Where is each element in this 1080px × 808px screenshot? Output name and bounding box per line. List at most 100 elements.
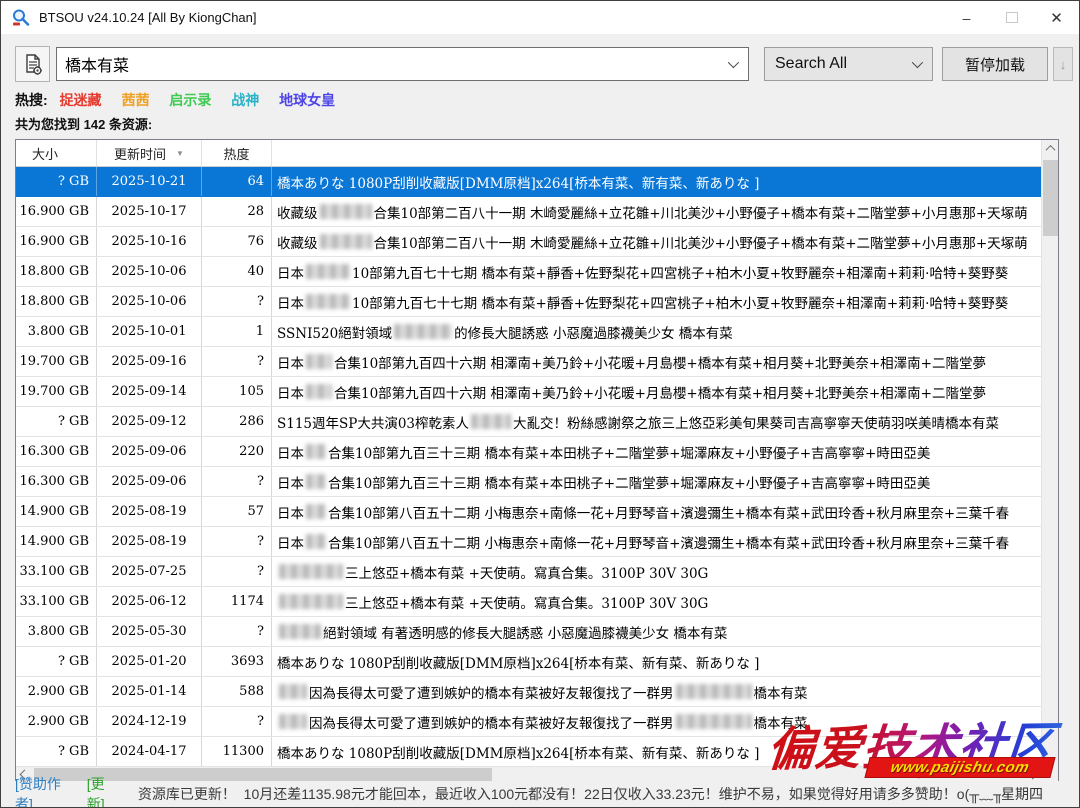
table-row[interactable]: 33.100 GB2025-06-121174 三上悠亞+橋本有菜 +天使萌。寫… xyxy=(16,587,1041,617)
title-bar[interactable]: BTSOU v24.10.24 [All By KiongChan] – ✕ xyxy=(1,1,1079,34)
hot-search-link-4[interactable]: 战神 xyxy=(231,92,259,108)
hot-search-link-3[interactable]: 启示录 xyxy=(169,92,211,108)
row-date: 2025-09-14 xyxy=(97,377,202,406)
title-text: 收藏级 xyxy=(277,202,318,222)
row-heat: 1 xyxy=(202,317,272,346)
title-text: 收藏级 xyxy=(277,232,318,252)
row-title: S115週年SP大共演03榨乾素人大亂交！粉絲感謝祭之旅三上悠亞彩美旬果葵司吉高… xyxy=(272,407,1041,436)
table-row[interactable]: 16.300 GB2025-09-06220日本合集10部第九百三十三期 橋本有… xyxy=(16,437,1041,467)
row-title: 日本合集10部第九百四十六期 相澤南+美乃鈴+小花暖+月島櫻+橋本有菜+相月葵+… xyxy=(272,347,1041,376)
row-size: 16.300 GB xyxy=(16,467,97,496)
title-text: 日本 xyxy=(277,382,304,402)
table-row[interactable]: 14.900 GB2025-08-19?日本合集10部第八百五十二期 小梅惠奈+… xyxy=(16,527,1041,557)
minimize-button[interactable]: – xyxy=(944,1,989,34)
censored-blur xyxy=(279,714,307,729)
row-date: 2025-01-14 xyxy=(97,677,202,706)
scroll-up-button[interactable] xyxy=(1042,140,1059,157)
row-size: 3.800 GB xyxy=(16,617,97,646)
censored-blur xyxy=(320,234,372,249)
title-text: 合集10部第九百三十三期 橋本有菜+本田桃子+二階堂夢+堀澤麻友+小野優子+吉高… xyxy=(328,472,930,492)
results-table: 大小 更新时间 ▼ 热度 ? GB2025-10-2164橋本ありな 1080P… xyxy=(15,139,1059,783)
maximize-icon xyxy=(1006,12,1018,23)
table-row[interactable]: 18.800 GB2025-10-06?日本10部第九百七十七期 橋本有菜+靜香… xyxy=(16,287,1041,317)
chevron-up-icon xyxy=(1046,145,1056,155)
row-size: 33.100 GB xyxy=(16,587,97,616)
row-title: 日本合集10部第八百五十二期 小梅惠奈+南條一花+月野琴音+濱邊彌生+橋本有菜+… xyxy=(272,527,1041,556)
maximize-button[interactable] xyxy=(989,1,1034,34)
chevron-down-icon xyxy=(912,57,923,68)
update-link[interactable]: [更新] xyxy=(87,774,122,808)
row-size: 2.900 GB xyxy=(16,707,97,736)
column-header-size[interactable]: 大小 xyxy=(16,140,97,166)
table-row[interactable]: 16.900 GB2025-10-1676收藏级合集10部第二百八十一期 木崎愛… xyxy=(16,227,1041,257)
search-engine-select[interactable]: Search All xyxy=(764,47,933,81)
title-text: 橋本有菜 xyxy=(754,682,808,702)
row-heat: ? xyxy=(202,467,272,496)
row-title: 收藏级合集10部第二百八十一期 木崎愛麗絲+立花雛+川北美沙+小野優子+橋本有菜… xyxy=(272,197,1041,226)
vertical-scrollbar[interactable] xyxy=(1041,140,1058,766)
hot-search-link-1[interactable]: 捉迷藏 xyxy=(60,92,102,108)
row-date: 2024-12-19 xyxy=(97,707,202,736)
table-row[interactable]: 19.700 GB2025-09-14105日本合集10部第九百四十六期 相澤南… xyxy=(16,377,1041,407)
status-bar: [赞助作者] [更新] 资源库已更新！ 10月还差1135.98元才能回本，最近… xyxy=(1,781,1080,807)
row-size: 19.700 GB xyxy=(16,377,97,406)
row-heat: 588 xyxy=(202,677,272,706)
table-row[interactable]: 16.900 GB2025-10-1728收藏级合集10部第二百八十一期 木崎愛… xyxy=(16,197,1041,227)
column-header-date[interactable]: 更新时间 ▼ xyxy=(97,140,202,166)
search-input[interactable]: 橋本有菜 xyxy=(56,47,749,81)
title-text: 合集10部第九百三十三期 橋本有菜+本田桃子+二階堂夢+堀澤麻友+小野優子+吉高… xyxy=(328,442,930,462)
table-row[interactable]: 14.900 GB2025-08-1957日本合集10部第八百五十二期 小梅惠奈… xyxy=(16,497,1041,527)
title-text: 日本 xyxy=(277,472,304,492)
table-row[interactable]: 3.800 GB2025-05-30?絕對領域 有著透明感的修長大腿誘惑 小惡魔… xyxy=(16,617,1041,647)
table-row[interactable]: 33.100 GB2025-07-25? 三上悠亞+橋本有菜 +天使萌。寫真合集… xyxy=(16,557,1041,587)
download-arrow-button[interactable]: ↓ xyxy=(1053,47,1073,81)
table-row[interactable]: 2.900 GB2025-01-14588 因為長得太可愛了遭到嫉妒的橋本有菜被… xyxy=(16,677,1041,707)
censored-blur xyxy=(279,594,343,609)
row-heat: 3693 xyxy=(202,647,272,676)
table-row[interactable]: ? GB2025-10-2164橋本ありな 1080P刮削收藏版[DMM原档]x… xyxy=(16,167,1041,197)
row-title: 三上悠亞+橋本有菜 +天使萌。寫真合集。3100P 30V 30G xyxy=(272,557,1041,586)
row-heat: 220 xyxy=(202,437,272,466)
row-size: 19.700 GB xyxy=(16,347,97,376)
row-size: 16.900 GB xyxy=(16,227,97,256)
pause-loading-button[interactable]: 暂停加载 xyxy=(942,47,1048,81)
search-settings-button[interactable] xyxy=(15,46,50,82)
table-row[interactable]: ? GB2025-09-12286S115週年SP大共演03榨乾素人大亂交！粉絲… xyxy=(16,407,1041,437)
hot-search-link-5[interactable]: 地球女皇 xyxy=(279,92,335,108)
app-logo-magnifier-icon xyxy=(11,8,31,28)
sponsor-author-link[interactable]: [赞助作者] xyxy=(15,774,78,808)
row-date: 2025-09-16 xyxy=(97,347,202,376)
row-date: 2025-10-06 xyxy=(97,287,202,316)
column-header-heat[interactable]: 热度 xyxy=(202,140,272,166)
row-size: 2.900 GB xyxy=(16,677,97,706)
window-title: BTSOU v24.10.24 [All By KiongChan] xyxy=(39,10,257,25)
document-gear-icon xyxy=(22,52,44,76)
row-date: 2025-10-06 xyxy=(97,257,202,286)
censored-blur xyxy=(279,624,321,639)
hot-search-link-2[interactable]: 茜茜 xyxy=(121,92,149,108)
row-heat: 57 xyxy=(202,497,272,526)
censored-blur xyxy=(279,564,343,579)
table-row[interactable]: ? GB2025-01-203693橋本ありな 1080P刮削收藏版[DMM原档… xyxy=(16,647,1041,677)
column-header-title[interactable] xyxy=(272,140,1041,166)
chevron-down-icon[interactable] xyxy=(728,57,739,68)
result-summary: 共为您找到 142 条资源: xyxy=(15,114,152,133)
row-size: 3.800 GB xyxy=(16,317,97,346)
weekday-label: 星期四 xyxy=(1001,784,1043,804)
censored-blur xyxy=(279,684,307,699)
vertical-scrollbar-thumb[interactable] xyxy=(1043,160,1058,236)
row-heat: 28 xyxy=(202,197,272,226)
table-row[interactable]: 3.800 GB2025-10-011SSNI520絕對領域 的修長大腿誘惑 小… xyxy=(16,317,1041,347)
table-row[interactable]: 19.700 GB2025-09-16?日本合集10部第九百四十六期 相澤南+美… xyxy=(16,347,1041,377)
title-text: S115週年SP大共演03榨乾素人 xyxy=(277,412,469,432)
row-title: 三上悠亞+橋本有菜 +天使萌。寫真合集。3100P 30V 30G xyxy=(272,587,1041,616)
censored-blur xyxy=(306,384,332,399)
title-text: 合集10部第九百四十六期 相澤南+美乃鈴+小花暖+月島櫻+橋本有菜+相月葵+北野… xyxy=(334,382,986,402)
title-text: 合集10部第八百五十二期 小梅惠奈+南條一花+月野琴音+濱邊彌生+橋本有菜+武田… xyxy=(328,502,1009,522)
close-button[interactable]: ✕ xyxy=(1034,1,1079,34)
table-row[interactable]: 18.800 GB2025-10-0640日本10部第九百七十七期 橋本有菜+靜… xyxy=(16,257,1041,287)
row-title: 收藏级合集10部第二百八十一期 木崎愛麗絲+立花雛+川北美沙+小野優子+橋本有菜… xyxy=(272,227,1041,256)
row-date: 2024-04-17 xyxy=(97,737,202,766)
table-row[interactable]: 16.300 GB2025-09-06?日本合集10部第九百三十三期 橋本有菜+… xyxy=(16,467,1041,497)
row-date: 2025-08-19 xyxy=(97,497,202,526)
